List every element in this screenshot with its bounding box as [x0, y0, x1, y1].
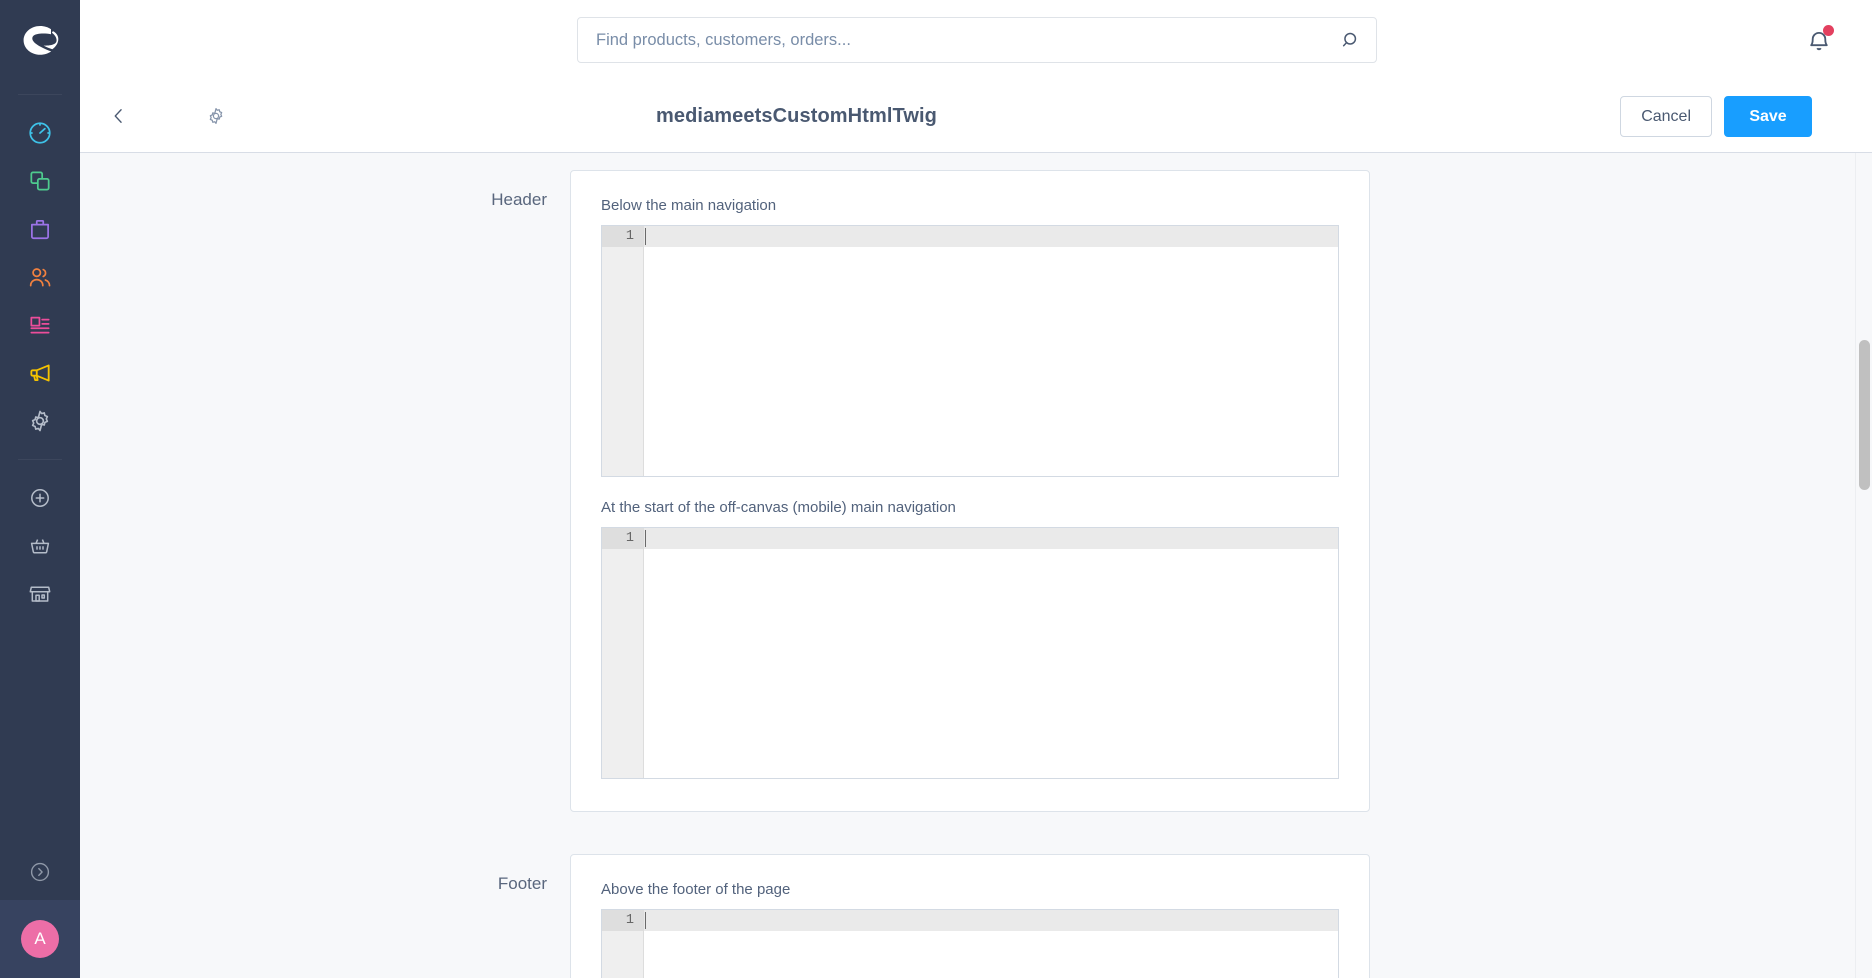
section-footer: Footer Above the footer of the page 1: [80, 854, 1872, 978]
megaphone-icon: [30, 364, 50, 382]
section-header: Header Below the main navigation 1 At th…: [80, 170, 1872, 812]
code-editor[interactable]: 1: [601, 909, 1339, 978]
cancel-button[interactable]: Cancel: [1620, 96, 1712, 137]
search-bar[interactable]: [577, 17, 1377, 63]
sidebar-item-settings[interactable]: [0, 397, 80, 445]
content-inner: Header Below the main navigation 1 At th…: [80, 153, 1872, 978]
sidebar: A 192.168.33.10: [0, 0, 80, 978]
editor-gutter: 1: [602, 910, 644, 978]
search-icon: [1342, 32, 1356, 46]
sidebar-item-customers[interactable]: [0, 253, 80, 301]
editor-active-line: [644, 226, 1338, 247]
gauge-icon: [29, 122, 51, 144]
section-label: Footer: [497, 874, 547, 893]
content-area: Header Below the main navigation 1 At th…: [80, 153, 1872, 978]
chevron-left-icon: [114, 109, 122, 123]
sidebar-divider-top: [18, 94, 62, 95]
field-label: Above the footer of the page: [601, 881, 791, 898]
sidebar-item-help[interactable]: [0, 844, 80, 900]
editor-active-line: [644, 910, 1338, 931]
vertical-scrollbar-track[interactable]: [1855, 153, 1872, 978]
vertical-scrollbar-thumb[interactable]: [1859, 340, 1870, 490]
editor-active-line: [644, 528, 1338, 549]
store-icon: [29, 586, 51, 602]
notifications-button[interactable]: [1802, 24, 1836, 58]
shopware-logo-icon: [23, 26, 59, 55]
avatar[interactable]: A: [21, 920, 59, 958]
page-title: mediameetsCustomHtmlTwig: [656, 105, 937, 127]
code-editor[interactable]: 1: [601, 225, 1339, 477]
plus-circle-icon: [31, 489, 49, 507]
code-editor[interactable]: 1: [601, 527, 1339, 779]
section-card: Below the main navigation 1 At the start…: [570, 170, 1370, 812]
field-below-main-navigation: Below the main navigation 1: [601, 197, 1339, 477]
sidebar-item-dashboard[interactable]: [0, 109, 80, 157]
section-card: Above the footer of the page 1: [570, 854, 1370, 978]
line-number: 1: [602, 226, 643, 247]
sidebar-item-add[interactable]: [0, 474, 80, 522]
sidebar-logo[interactable]: [0, 0, 80, 80]
smart-bar: mediameetsCustomHtmlTwig Cancel Save: [80, 80, 1872, 153]
gear-icon: [209, 108, 223, 124]
field-label: At the start of the off-canvas (mobile) …: [601, 499, 956, 516]
gear-icon: [31, 410, 49, 432]
save-button[interactable]: Save: [1724, 96, 1812, 137]
editor-gutter: 1: [602, 226, 644, 476]
copy-squares-icon: [30, 171, 50, 191]
top-bar: [80, 0, 1872, 80]
editor-gutter: 1: [602, 528, 644, 778]
bag-icon: [31, 220, 49, 240]
text-caret: [645, 228, 646, 245]
editor-body[interactable]: [644, 910, 1338, 978]
smartbar-actions: Cancel Save: [1620, 80, 1812, 153]
sidebar-item-orders[interactable]: [0, 205, 80, 253]
notification-badge: [1823, 25, 1834, 36]
document-lines-icon: [30, 316, 50, 334]
sidebar-user-area[interactable]: A 192.168.33.10: [0, 900, 80, 978]
basket-icon: [30, 539, 50, 554]
sidebar-item-marketing[interactable]: [0, 349, 80, 397]
sidebar-primary-nav: [0, 109, 80, 445]
avatar-initial: A: [34, 929, 46, 948]
editor-body[interactable]: [644, 226, 1338, 476]
sidebar-secondary-nav: [0, 474, 80, 618]
sidebar-item-storefront[interactable]: [0, 570, 80, 618]
smartbar-settings-button[interactable]: [203, 103, 229, 129]
sidebar-item-catalogues[interactable]: [0, 157, 80, 205]
field-label: Below the main navigation: [601, 197, 777, 214]
text-caret: [645, 912, 646, 929]
back-button[interactable]: [105, 102, 133, 130]
line-number: 1: [602, 528, 643, 549]
sidebar-divider-mid: [18, 459, 62, 460]
people-icon: [29, 268, 51, 287]
search-button[interactable]: [1326, 18, 1376, 62]
field-offcanvas-navigation: At the start of the off-canvas (mobile) …: [601, 499, 1339, 779]
field-above-footer: Above the footer of the page 1: [601, 881, 1339, 978]
section-label: Header: [491, 190, 547, 209]
text-caret: [645, 530, 646, 547]
sidebar-item-basket[interactable]: [0, 522, 80, 570]
sidebar-item-content[interactable]: [0, 301, 80, 349]
chevron-circle-icon: [30, 862, 50, 882]
search-input[interactable]: [578, 18, 1326, 62]
line-number: 1: [602, 910, 643, 931]
editor-body[interactable]: [644, 528, 1338, 778]
